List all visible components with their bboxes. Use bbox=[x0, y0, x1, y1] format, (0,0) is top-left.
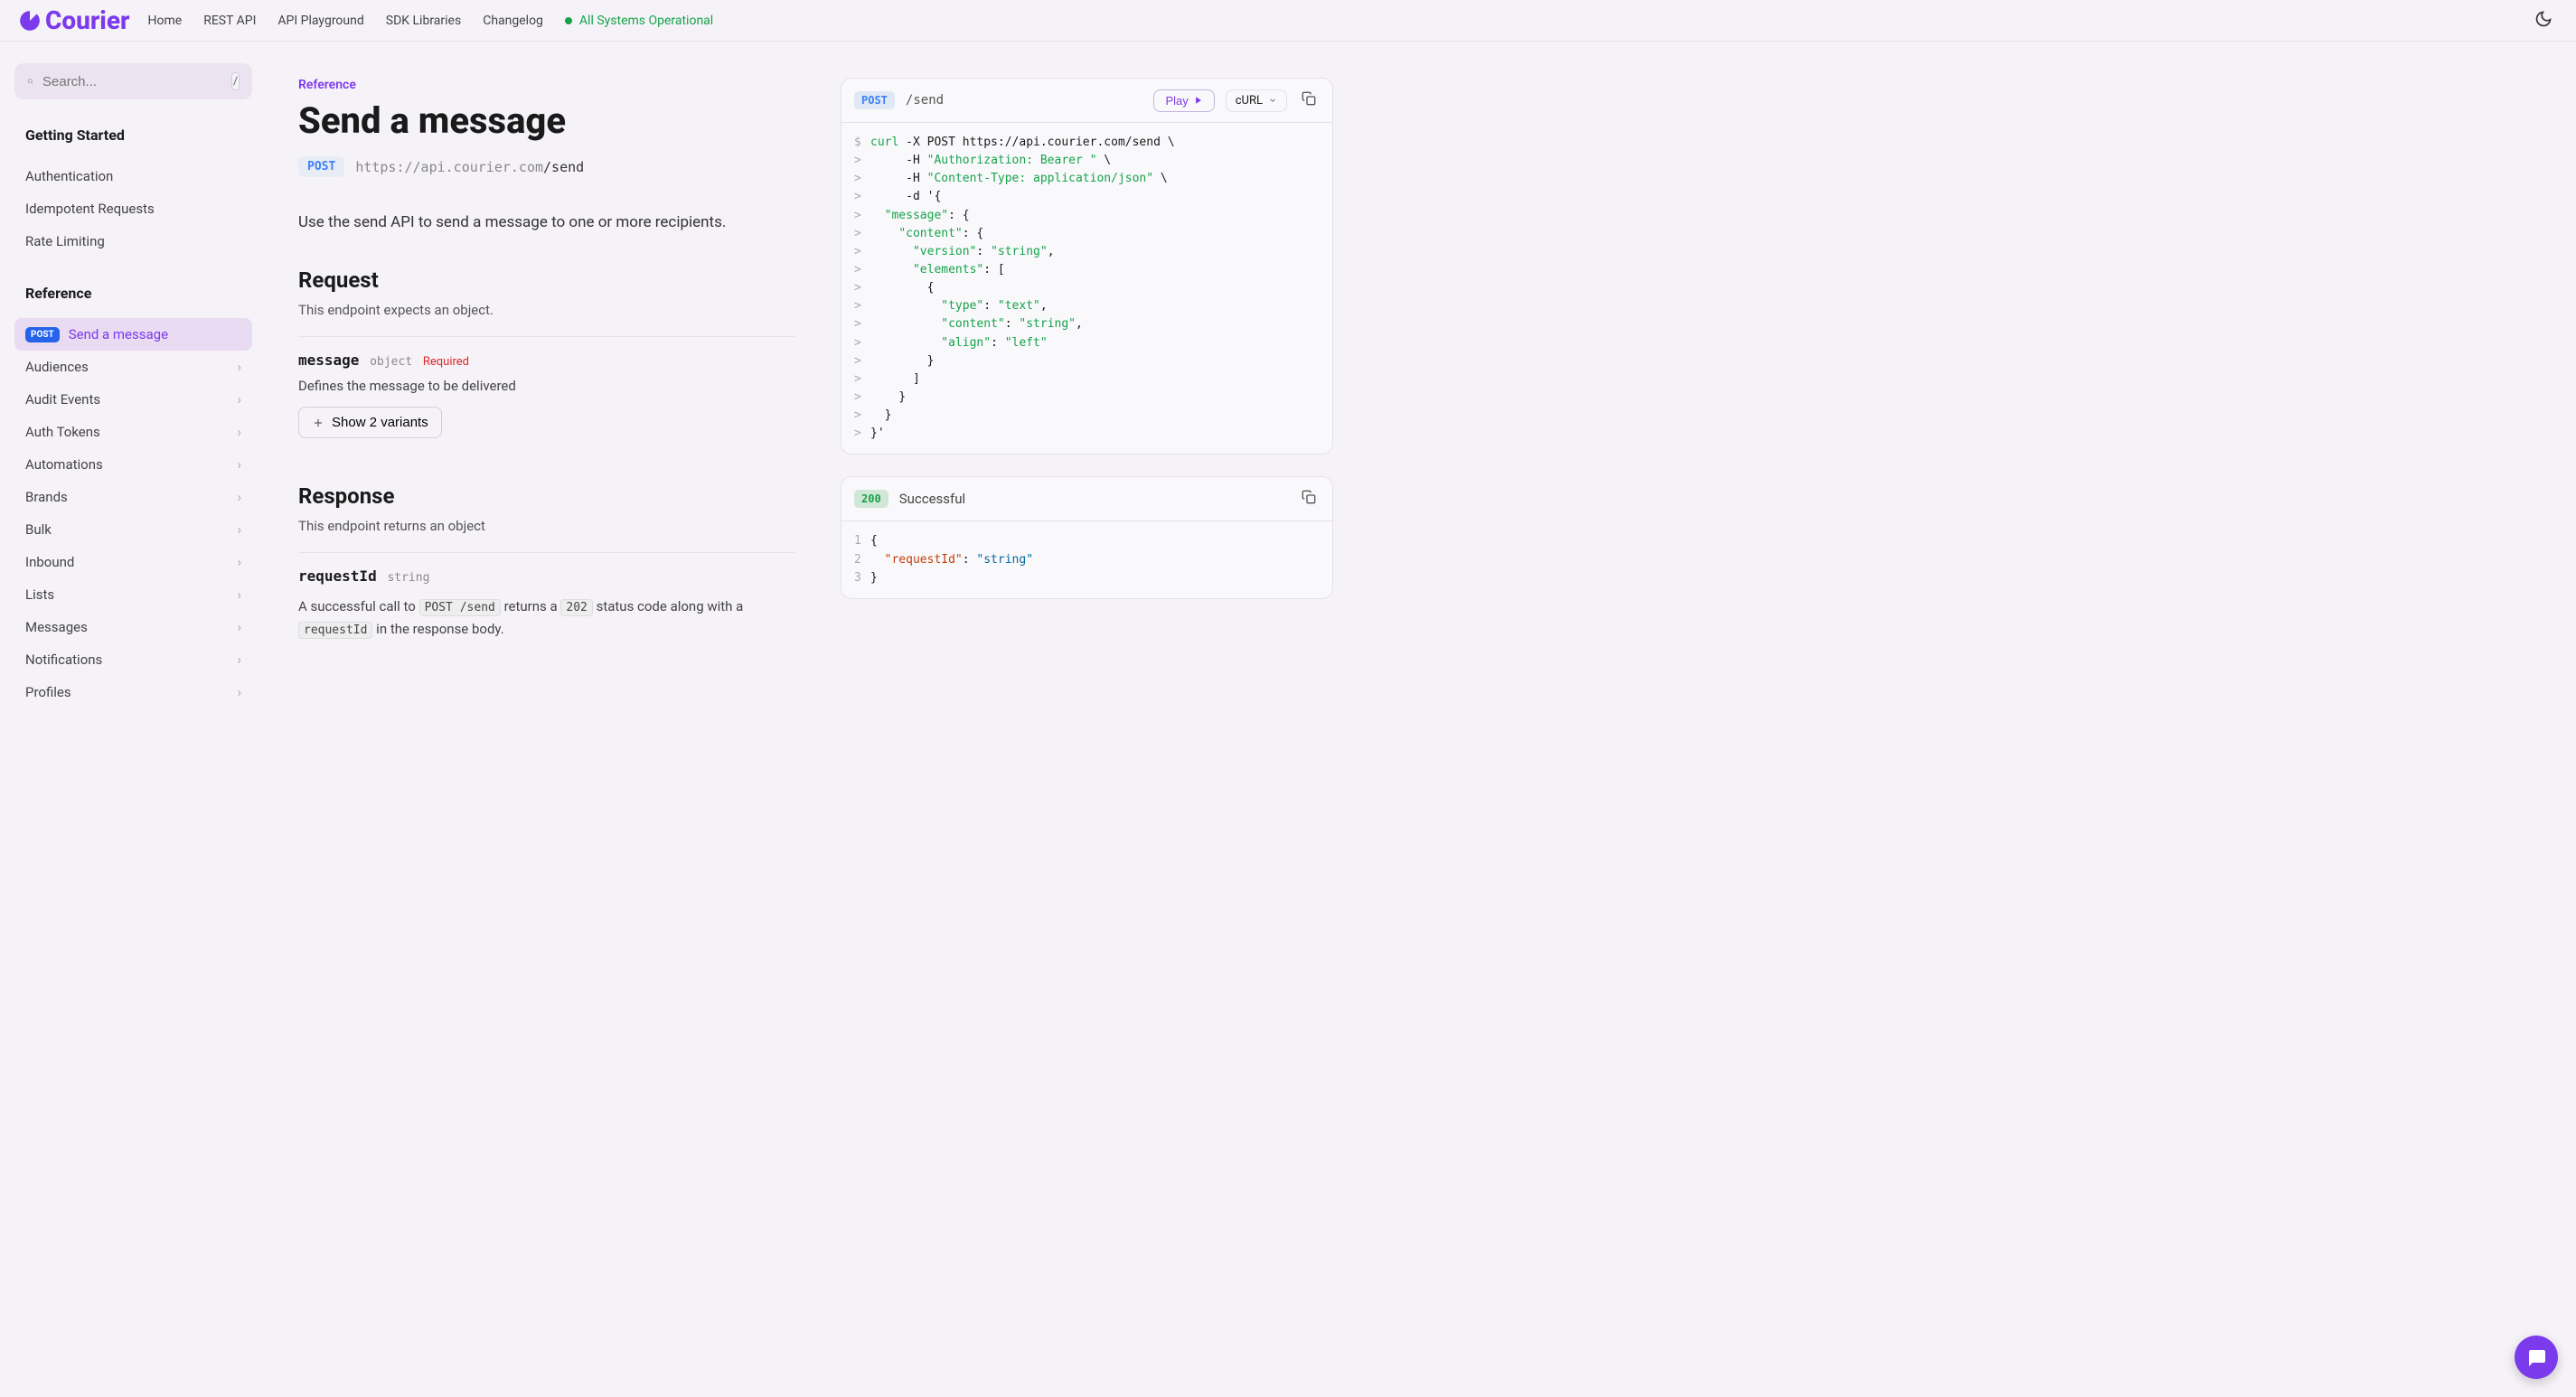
param-row-requestid: requestId string A successful call to PO… bbox=[298, 567, 795, 641]
chevron-right-icon: › bbox=[237, 489, 241, 505]
code-body[interactable]: $curl -X POST https://api.courier.com/se… bbox=[841, 123, 1332, 454]
sidebar-item-audit-events[interactable]: Audit Events› bbox=[14, 383, 252, 416]
param-row-message: message object Required Defines the mess… bbox=[298, 352, 795, 438]
divider bbox=[298, 336, 795, 337]
sidebar-item-messages[interactable]: Messages› bbox=[14, 611, 252, 643]
sidebar-item-automations[interactable]: Automations› bbox=[14, 448, 252, 481]
code-request-panel: POST /send Play cURL $curl -X POS bbox=[841, 78, 1333, 455]
nav-sdk-libraries[interactable]: SDK Libraries bbox=[386, 14, 461, 28]
request-heading: Request bbox=[298, 267, 795, 293]
nav-api-playground[interactable]: API Playground bbox=[277, 14, 363, 28]
status-indicator[interactable]: All Systems Operational bbox=[565, 14, 713, 28]
post-badge: POST bbox=[25, 327, 60, 342]
divider bbox=[298, 552, 795, 553]
sidebar-item-notifications[interactable]: Notifications› bbox=[14, 643, 252, 676]
status-dot-icon bbox=[565, 17, 572, 24]
chat-widget-button[interactable] bbox=[2515, 1336, 2558, 1379]
page-title: Send a message bbox=[298, 99, 795, 142]
required-label: Required bbox=[423, 355, 469, 369]
copy-button[interactable] bbox=[1298, 88, 1320, 113]
courier-logo-icon bbox=[18, 9, 42, 33]
request-sub: This endpoint expects an object. bbox=[298, 302, 795, 318]
param-desc: Defines the message to be delivered bbox=[298, 378, 795, 394]
play-button[interactable]: Play bbox=[1153, 89, 1214, 112]
brand-logo[interactable]: Courier bbox=[18, 5, 130, 35]
top-header: Courier Home REST API API Playground SDK… bbox=[0, 0, 2576, 42]
moon-icon bbox=[2534, 10, 2552, 28]
endpoint-method: POST bbox=[298, 156, 344, 177]
chevron-right-icon: › bbox=[237, 359, 241, 375]
sidebar-section-getting-started: Getting Started Authentication Idempoten… bbox=[14, 127, 252, 258]
sidebar-item-brands[interactable]: Brands› bbox=[14, 481, 252, 513]
sidebar-item-auth-tokens[interactable]: Auth Tokens› bbox=[14, 416, 252, 448]
sidebar-item-send-message[interactable]: POST Send a message bbox=[14, 318, 252, 351]
sidebar-item-authentication[interactable]: Authentication bbox=[14, 160, 252, 192]
search-box[interactable]: / bbox=[14, 63, 252, 99]
chevron-right-icon: › bbox=[237, 424, 241, 440]
chevron-right-icon: › bbox=[237, 391, 241, 408]
plus-icon bbox=[312, 417, 324, 429]
code-header: POST /send Play cURL bbox=[841, 79, 1332, 123]
copy-icon bbox=[1302, 490, 1316, 504]
chevron-right-icon: › bbox=[237, 684, 241, 700]
sidebar-item-idempotent[interactable]: Idempotent Requests bbox=[14, 192, 252, 225]
response-text: A successful call to POST /send returns … bbox=[298, 595, 795, 641]
response-body[interactable]: 1{2 "requestId": "string"3} bbox=[841, 521, 1332, 597]
nav-rest-api[interactable]: REST API bbox=[203, 14, 256, 28]
chevron-right-icon: › bbox=[237, 521, 241, 538]
sidebar-section-reference: Reference POST Send a message Audiences›… bbox=[14, 285, 252, 708]
param-name: requestId bbox=[298, 567, 377, 585]
code-path: /send bbox=[906, 93, 944, 108]
response-heading: Response bbox=[298, 483, 795, 509]
search-shortcut: / bbox=[231, 72, 240, 90]
search-input[interactable] bbox=[42, 74, 222, 89]
chevron-right-icon: › bbox=[237, 652, 241, 668]
breadcrumb: Reference bbox=[298, 78, 795, 92]
chevron-right-icon: › bbox=[237, 619, 241, 635]
chevron-down-icon bbox=[1268, 96, 1277, 105]
show-variants-button[interactable]: Show 2 variants bbox=[298, 407, 442, 438]
brand-name: Courier bbox=[45, 5, 130, 35]
play-icon bbox=[1194, 96, 1203, 105]
nav-home[interactable]: Home bbox=[148, 14, 183, 28]
language-select[interactable]: cURL bbox=[1226, 89, 1287, 112]
chevron-right-icon: › bbox=[237, 456, 241, 473]
endpoint-url: https://api.courier.com/send bbox=[355, 159, 584, 175]
copy-icon bbox=[1302, 91, 1316, 106]
sidebar-item-inbound[interactable]: Inbound› bbox=[14, 546, 252, 578]
sidebar-title-getting-started: Getting Started bbox=[25, 127, 252, 144]
main-content: Reference Send a message POST https://ap… bbox=[298, 78, 795, 721]
chip-post-send: POST /send bbox=[419, 599, 501, 616]
theme-toggle-button[interactable] bbox=[2529, 5, 2558, 37]
chip-requestid: requestId bbox=[298, 622, 372, 639]
nav-changelog[interactable]: Changelog bbox=[483, 14, 543, 28]
status-200-badge: 200 bbox=[854, 490, 888, 508]
sidebar-item-audiences[interactable]: Audiences› bbox=[14, 351, 252, 383]
top-nav: Home REST API API Playground SDK Librari… bbox=[148, 14, 2530, 28]
param-name: message bbox=[298, 352, 359, 369]
sidebar-item-label: Send a message bbox=[69, 326, 168, 342]
sidebar: / Getting Started Authentication Idempot… bbox=[0, 42, 267, 757]
sidebar-item-rate-limiting[interactable]: Rate Limiting bbox=[14, 225, 252, 258]
code-response-panel: 200 Successful 1{2 "requestId": "string"… bbox=[841, 476, 1333, 598]
chip-202: 202 bbox=[560, 599, 592, 616]
status-label: All Systems Operational bbox=[579, 14, 713, 28]
chevron-right-icon: › bbox=[237, 554, 241, 570]
page-description: Use the send API to send a message to on… bbox=[298, 213, 795, 231]
chat-icon bbox=[2525, 1346, 2547, 1368]
sidebar-item-bulk[interactable]: Bulk› bbox=[14, 513, 252, 546]
chevron-right-icon: › bbox=[237, 586, 241, 603]
sidebar-item-lists[interactable]: Lists› bbox=[14, 578, 252, 611]
copy-response-button[interactable] bbox=[1298, 486, 1320, 511]
sidebar-title-reference: Reference bbox=[25, 285, 252, 302]
response-sub: This endpoint returns an object bbox=[298, 518, 795, 534]
response-header: 200 Successful bbox=[841, 477, 1332, 521]
param-type: string bbox=[387, 571, 429, 585]
endpoint-row: POST https://api.courier.com/send bbox=[298, 156, 795, 177]
response-label: Successful bbox=[899, 491, 965, 507]
sidebar-item-profiles[interactable]: Profiles› bbox=[14, 676, 252, 708]
param-type: object bbox=[370, 355, 412, 369]
code-method-badge: POST bbox=[854, 91, 895, 109]
search-icon bbox=[27, 73, 33, 89]
